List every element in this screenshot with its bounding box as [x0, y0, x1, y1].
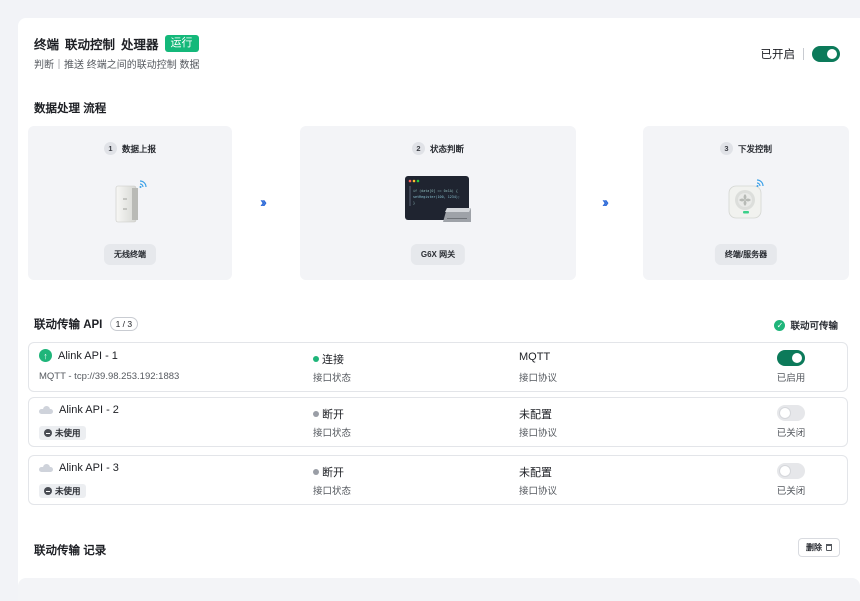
wireless-terminal-icon [108, 178, 152, 231]
api-name: Alink API - 2 [39, 404, 119, 416]
code-line-3: } [413, 201, 415, 205]
api-protocol: 未配置 [519, 409, 552, 421]
trash-icon [826, 544, 832, 551]
api-toggle-label: 已关闭 [776, 486, 806, 497]
api-toggle-group: 已启用 [766, 350, 816, 384]
status-badge: 运行 [164, 35, 199, 52]
api-state-label: 接口状态 [313, 428, 352, 439]
step-number: 1 [103, 142, 117, 155]
title-part-terminal: 终端 [34, 38, 60, 52]
api-title-text: 联动传输 API [34, 319, 103, 331]
toggle-knob [792, 353, 802, 363]
title-part-linkage: 联动控制 [65, 38, 116, 52]
processor-enable-control: 已开启 [760, 46, 840, 62]
api-protocol-label: 接口协议 [519, 486, 558, 497]
delete-label: 删除 [806, 543, 822, 552]
flow-step-2: 2 状态判断 if (data[0] == 0x1A) { setRegiste… [300, 126, 576, 280]
api-state-text: 连接 [322, 354, 344, 366]
api-enable-toggle[interactable] [777, 350, 805, 366]
step-label: 状态判断 [429, 143, 464, 154]
api-name: ↑ Alink API - 1 [39, 349, 118, 362]
arrow-up-icon: ↑ [39, 349, 52, 362]
api-name-text: Alink API - 3 [59, 462, 119, 474]
flow-step-3: 3 下发控制 终端/服务器 [643, 126, 849, 280]
api-state: 断开 [313, 464, 344, 480]
chevron-right-icon: ›› [602, 194, 609, 211]
check-circle-icon: ✓ [774, 319, 786, 331]
processor-card: 终端 联动控制 处理器 运行 判断｜推送 终端之间的联动控制 数据 已开启 数据… [18, 18, 860, 601]
api-count-badge: 1 / 3 [109, 317, 139, 331]
api-state-text: 断开 [322, 409, 344, 421]
flow-section-title: 数据处理 流程 [34, 103, 107, 115]
step-header: 1 数据上报 [28, 142, 232, 155]
flow-step-1: 1 数据上报 无线终端 [28, 126, 232, 280]
toggle-knob [780, 408, 790, 418]
fan-device-icon [723, 178, 769, 229]
api-state-text: 断开 [322, 467, 344, 479]
code-line-1: if (data[0] == 0x1A) { [413, 189, 458, 193]
code-line-2: setRegister(100, 1234); [413, 195, 460, 199]
unused-text: 未使用 [55, 486, 81, 496]
cloud-icon [39, 406, 53, 414]
api-enable-toggle[interactable] [777, 405, 805, 421]
toggle-knob [827, 49, 837, 59]
api-name-text: Alink API - 1 [58, 349, 118, 362]
api-state-label: 接口状态 [313, 486, 352, 497]
api-state: 连接 [313, 351, 344, 367]
api-toggle-label: 已启用 [776, 373, 806, 384]
state-dot [313, 469, 319, 475]
api-row-3[interactable]: Alink API - 3 未使用 断开 接口状态 未配置 接口协议 已关闭 [28, 455, 848, 505]
log-list [18, 578, 860, 601]
cloud-icon [39, 464, 53, 472]
step-label: 下发控制 [737, 143, 772, 154]
api-protocol-label: 接口协议 [519, 428, 558, 439]
step-header: 2 状态判断 [300, 142, 576, 155]
chevron-right-icon: ›› [260, 194, 267, 211]
processor-enable-toggle[interactable] [812, 46, 840, 62]
step-number: 3 [719, 142, 733, 155]
api-name: Alink API - 3 [39, 462, 119, 474]
divider [803, 48, 804, 60]
api-enable-toggle[interactable] [777, 463, 805, 479]
api-name-text: Alink API - 2 [59, 404, 119, 416]
title-part-processor: 处理器 [121, 38, 159, 52]
gateway-code-icon: if (data[0] == 0x1A) { setRegister(100, … [403, 174, 473, 231]
step-header: 3 下发控制 [643, 142, 849, 155]
minus-circle-icon [44, 487, 52, 495]
page-subtitle: 判断｜推送 终端之间的联动控制 数据 [34, 60, 200, 71]
api-state-label: 接口状态 [313, 373, 352, 384]
step-device-pill: 无线终端 [104, 244, 156, 265]
unused-text: 未使用 [55, 428, 81, 438]
api-status: ✓ 联动可传输 [774, 318, 838, 332]
api-protocol-label: 接口协议 [519, 373, 558, 384]
api-protocol: 未配置 [519, 467, 552, 479]
page: 终端 联动控制 处理器 运行 判断｜推送 终端之间的联动控制 数据 已开启 数据… [0, 0, 860, 601]
api-status-text: 联动可传输 [790, 321, 838, 332]
minus-circle-icon [44, 429, 52, 437]
api-toggle-group: 已关闭 [766, 463, 816, 497]
state-dot [313, 411, 319, 417]
step-device-pill: G6X 网关 [410, 244, 466, 265]
enable-label: 已开启 [760, 49, 796, 61]
page-title: 终端 联动控制 处理器 运行 [34, 34, 199, 53]
step-number: 2 [411, 142, 425, 155]
log-section-title: 联动传输 记录 [34, 545, 107, 557]
delete-button[interactable]: 删除 [798, 538, 840, 557]
api-endpoint: MQTT - tcp://39.98.253.192:1883 [39, 371, 180, 382]
toggle-knob [780, 466, 790, 476]
unused-badge: 未使用 [39, 426, 86, 440]
api-protocol: MQTT [519, 351, 551, 363]
unused-badge: 未使用 [39, 484, 86, 498]
api-row-1[interactable]: ↑ Alink API - 1 MQTT - tcp://39.98.253.1… [28, 342, 848, 392]
step-label: 数据上报 [121, 143, 156, 154]
state-dot [313, 356, 319, 362]
top-strip [0, 0, 860, 8]
api-toggle-label: 已关闭 [776, 428, 806, 439]
step-device-pill: 终端/服务器 [714, 244, 778, 265]
api-toggle-group: 已关闭 [766, 405, 816, 439]
api-state: 断开 [313, 406, 344, 422]
api-row-2[interactable]: Alink API - 2 未使用 断开 接口状态 未配置 接口协议 已关闭 [28, 397, 848, 447]
api-section-title: 联动传输 API 1 / 3 [34, 316, 139, 332]
